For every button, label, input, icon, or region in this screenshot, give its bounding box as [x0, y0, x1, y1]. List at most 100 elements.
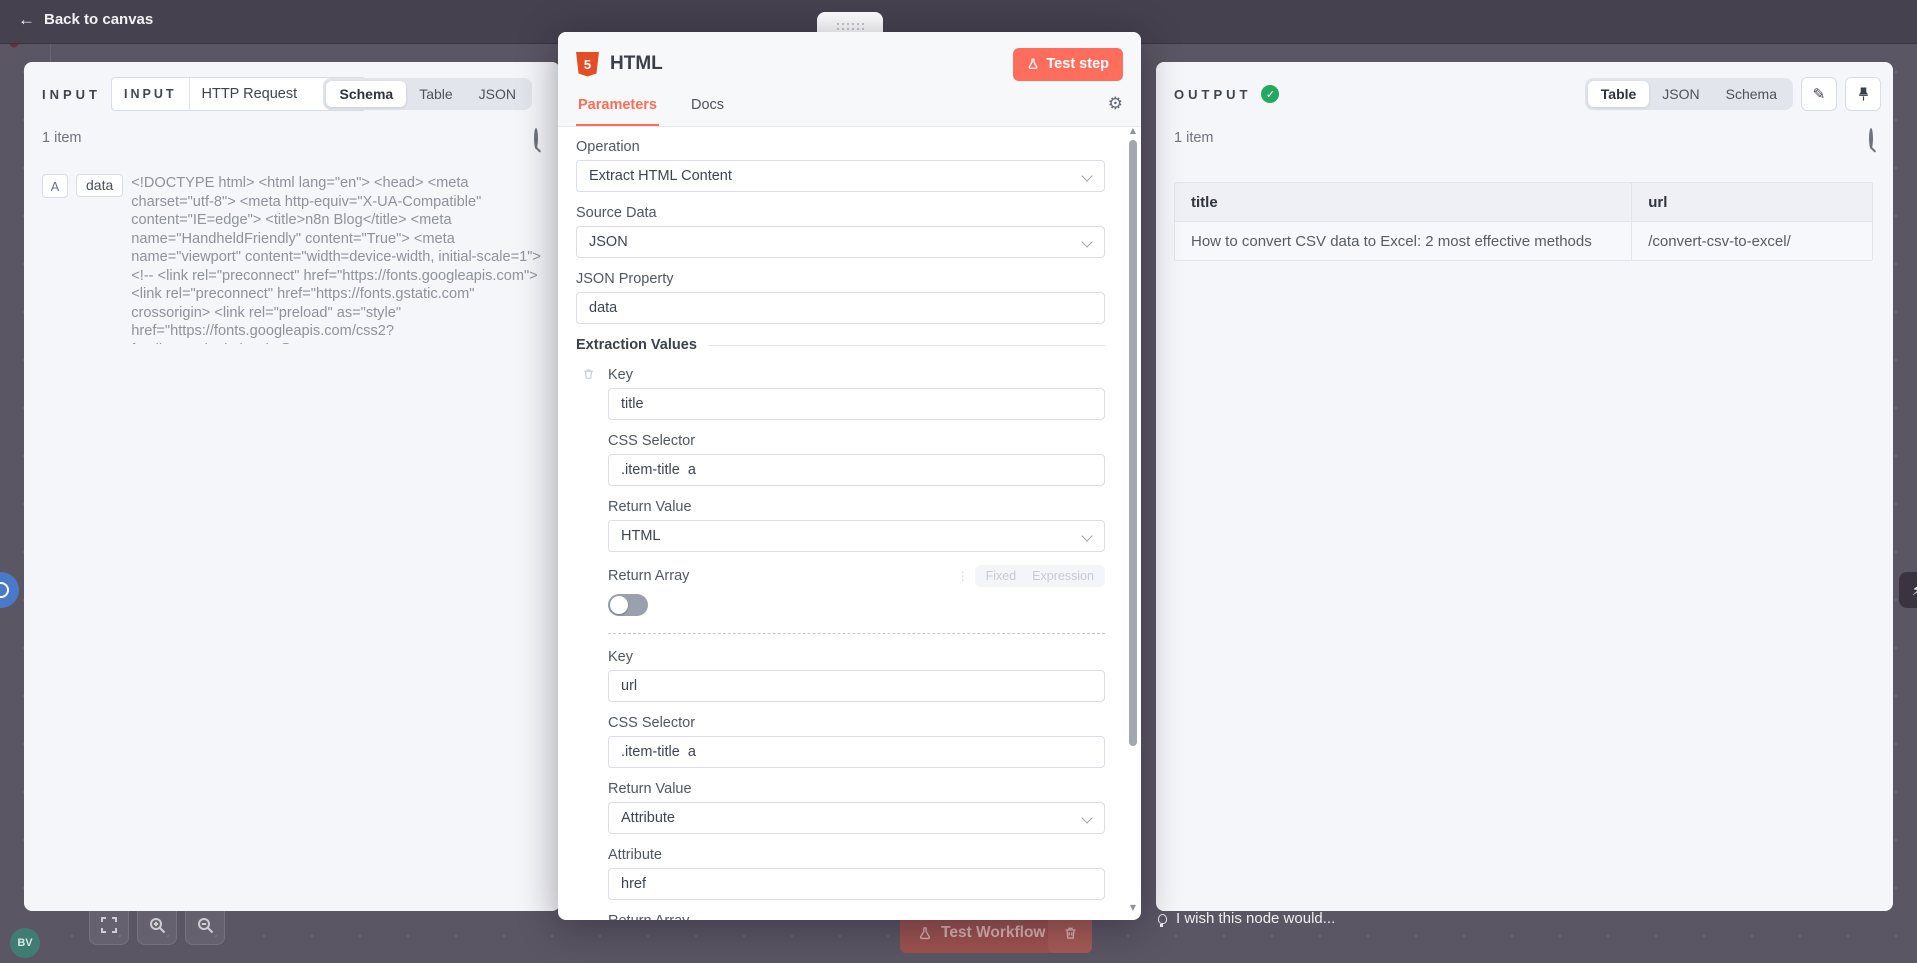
test-step-label: Test step	[1046, 56, 1109, 72]
input-select-label: INPUT	[112, 78, 190, 110]
test-workflow-label: Test Workflow	[941, 924, 1046, 942]
column-header-url[interactable]: url	[1632, 183, 1872, 221]
input-items-count: 1 item	[42, 130, 82, 146]
source-data-label: Source Data	[576, 205, 1105, 221]
modal-header: 5 HTML Test step Parameters Docs ⚙	[558, 32, 1141, 127]
output-node-badge[interactable]: ⚡	[1899, 572, 1917, 608]
key-label: Key	[608, 649, 1105, 665]
source-data-select[interactable]: JSON	[576, 226, 1105, 258]
key-input[interactable]	[608, 388, 1105, 420]
pin-data-button[interactable]	[1845, 77, 1881, 111]
return-value-select[interactable]: Attribute	[608, 802, 1105, 834]
return-array-label: Return Array	[608, 568, 689, 584]
input-panel: INPUT INPUT HTTP Request Schema Table JS…	[24, 62, 560, 911]
flask-icon	[1027, 57, 1039, 71]
gear-icon[interactable]: ⚙	[1108, 94, 1123, 120]
css-selector-label: CSS Selector	[608, 715, 1105, 731]
string-type-icon: A	[42, 174, 68, 198]
return-value-select[interactable]: HTML	[608, 520, 1105, 552]
return-value-label: Return Value	[608, 781, 1105, 797]
field-value-text: <!DOCTYPE html> <html lang="en"> <head> …	[131, 174, 546, 344]
scrollbar-thumb[interactable]	[1129, 140, 1137, 746]
attribute-input[interactable]	[608, 868, 1105, 900]
schema-field-row[interactable]: A data <!DOCTYPE html> <html lang="en"> …	[42, 174, 546, 344]
globe-icon	[0, 582, 9, 598]
feedback-label: I wish this node would...	[1176, 910, 1335, 927]
tab-table[interactable]: Table	[406, 81, 465, 107]
css-selector-input[interactable]	[608, 454, 1105, 486]
tab-docs[interactable]: Docs	[689, 88, 726, 126]
search-icon[interactable]	[1869, 130, 1873, 148]
success-check-icon: ✓	[1261, 85, 1279, 103]
zoom-to-fit-icon	[101, 917, 117, 933]
avatar-initials: BV	[17, 937, 32, 949]
output-display-mode-tabs: Table JSON Schema	[1585, 78, 1793, 110]
input-display-mode-tabs: Schema Table JSON	[323, 78, 532, 110]
tab-json[interactable]: JSON	[466, 81, 529, 107]
user-avatar[interactable]: BV	[10, 928, 40, 958]
input-node-badge[interactable]	[0, 572, 19, 608]
zoom-to-fit-button[interactable]	[89, 905, 129, 945]
tab-json[interactable]: JSON	[1649, 81, 1712, 107]
extraction-group-1: Key CSS Selector Return Value HTML Retur…	[608, 367, 1105, 920]
output-panel-title: OUTPUT	[1174, 87, 1251, 102]
zoom-out-icon	[197, 917, 214, 934]
return-value-value: Attribute	[621, 810, 675, 826]
test-step-button[interactable]: Test step	[1013, 48, 1123, 81]
tab-schema[interactable]: Schema	[1713, 81, 1790, 107]
return-value-value: HTML	[621, 528, 660, 544]
search-icon[interactable]	[534, 130, 538, 148]
pencil-icon: ✎	[1813, 85, 1826, 103]
output-items-count: 1 item	[1174, 130, 1214, 146]
node-details-view: ← Back to canvas ⚡ BV Test Workflow I wi…	[0, 0, 1917, 963]
operation-label: Operation	[576, 139, 1105, 155]
return-value-label: Return Value	[608, 499, 1105, 515]
css-selector-input[interactable]	[608, 736, 1105, 768]
options-dots-icon[interactable]: ⋮	[957, 569, 969, 583]
cell-url: /convert-csv-to-excel/	[1632, 222, 1872, 260]
feedback-link[interactable]: I wish this node would...	[1158, 910, 1335, 927]
zoom-out-button[interactable]	[185, 905, 225, 945]
back-to-canvas-button[interactable]: ← Back to canvas	[18, 11, 153, 28]
cell-title: How to convert CSV data to Excel: 2 most…	[1175, 222, 1632, 260]
pin-icon	[1857, 86, 1870, 102]
trash-icon	[1063, 925, 1078, 941]
drag-dots-icon	[837, 23, 839, 25]
back-to-canvas-label: Back to canvas	[44, 11, 153, 28]
fixed-option[interactable]: Fixed	[979, 568, 1024, 584]
tab-parameters[interactable]: Parameters	[576, 88, 659, 126]
fixed-expression-toggle[interactable]: Fixed Expression	[975, 565, 1105, 587]
expression-option[interactable]: Expression	[1025, 568, 1101, 584]
chevron-down-icon	[1081, 530, 1092, 541]
scroll-up-icon[interactable]: ▲	[1128, 126, 1138, 135]
tab-schema[interactable]: Schema	[326, 81, 406, 107]
lightbulb-icon	[1158, 914, 1167, 924]
field-name-badge[interactable]: data	[76, 174, 123, 197]
zoom-in-button[interactable]	[137, 905, 177, 945]
table-header-row: title url	[1175, 183, 1872, 221]
input-source-value: HTTP Request	[190, 86, 345, 102]
trash-icon[interactable]	[582, 367, 595, 386]
key-input[interactable]	[608, 670, 1105, 702]
input-panel-title: INPUT	[42, 87, 101, 102]
json-property-label: JSON Property	[576, 271, 1105, 287]
edit-output-button[interactable]: ✎	[1801, 77, 1837, 111]
key-label: Key	[608, 367, 1105, 383]
column-header-title[interactable]: title	[1175, 183, 1632, 221]
extraction-values-section-title: Extraction Values	[576, 337, 1105, 353]
scroll-down-icon[interactable]: ▼	[1128, 903, 1138, 912]
chevron-down-icon	[1081, 236, 1092, 247]
chevron-down-icon	[1081, 170, 1092, 181]
return-array-toggle[interactable]	[608, 594, 648, 616]
node-settings-modal: 5 HTML Test step Parameters Docs ⚙ Opera…	[558, 32, 1141, 920]
operation-select[interactable]: Extract HTML Content	[576, 160, 1105, 192]
json-property-input[interactable]	[576, 292, 1105, 324]
parameters-form: Operation Extract HTML Content Source Da…	[558, 127, 1141, 920]
modal-scrollbar[interactable]: ▲ ▼	[1128, 126, 1138, 912]
tab-table[interactable]: Table	[1588, 81, 1650, 107]
back-arrow-icon: ←	[18, 11, 35, 28]
group-divider	[608, 633, 1105, 634]
table-row[interactable]: How to convert CSV data to Excel: 2 most…	[1175, 221, 1872, 260]
flask-icon	[918, 926, 932, 941]
source-data-value: JSON	[589, 234, 628, 250]
